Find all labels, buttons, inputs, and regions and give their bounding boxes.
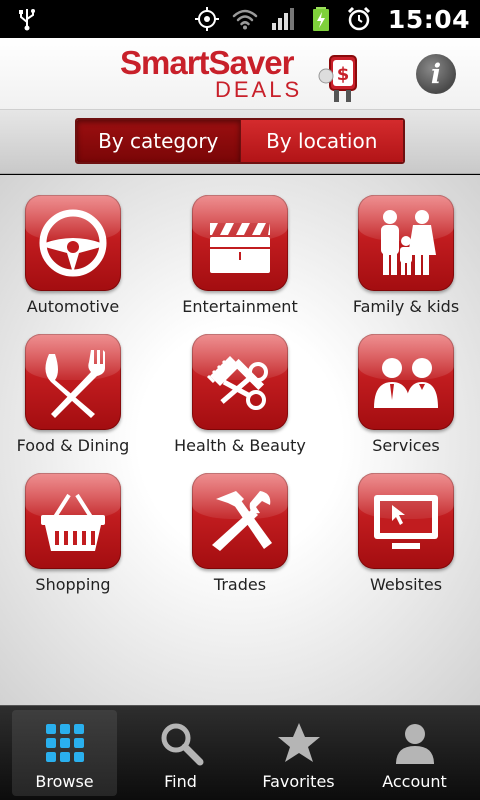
- category-label: Websites: [369, 575, 443, 594]
- category-label: Entertainment: [182, 297, 298, 316]
- family-kids-tile[interactable]: [358, 195, 454, 291]
- clapperboard-icon: [210, 223, 270, 273]
- by-category-button[interactable]: By category: [77, 120, 240, 162]
- status-bar: 15:04: [0, 0, 480, 38]
- battery-charging-icon: [312, 7, 329, 31]
- by-location-button[interactable]: By location: [239, 120, 403, 162]
- shopping-tile[interactable]: [25, 473, 121, 569]
- people-icon: [374, 358, 438, 408]
- nav-find[interactable]: Find: [128, 710, 233, 796]
- category-shopping[interactable]: Shopping: [0, 473, 148, 603]
- family-icon: [381, 210, 436, 275]
- nav-account[interactable]: Account: [362, 710, 467, 796]
- category-label: Family & kids: [352, 297, 460, 316]
- services-tile[interactable]: [358, 334, 454, 430]
- nav-browse[interactable]: Browse: [12, 710, 117, 796]
- person-icon: [395, 724, 434, 764]
- category-food-dining[interactable]: Food & Dining: [0, 334, 148, 464]
- usb-icon: [19, 9, 35, 31]
- logo-smart-text: Smart: [120, 44, 210, 81]
- comb-scissors-icon: [206, 356, 268, 410]
- hammer-wrench-icon: [212, 491, 272, 551]
- category-health-beauty[interactable]: Health & Beauty: [165, 334, 315, 464]
- nav-favorites[interactable]: Favorites: [246, 710, 351, 796]
- app-header: SmartSaver DEALS $ i: [0, 38, 480, 110]
- food-dining-tile[interactable]: [25, 334, 121, 430]
- category-services[interactable]: Services: [331, 334, 480, 464]
- bottom-navigation: Browse Find Favorites Account: [0, 705, 480, 800]
- category-family-kids[interactable]: Family & kids: [331, 195, 480, 325]
- websites-tile[interactable]: [358, 473, 454, 569]
- category-label: Shopping: [35, 575, 111, 594]
- trades-tile[interactable]: [192, 473, 288, 569]
- star-icon: [277, 723, 320, 762]
- category-automotive[interactable]: Automotive: [0, 195, 148, 325]
- category-label: Automotive: [26, 297, 120, 316]
- fork-knife-icon: [45, 350, 105, 418]
- category-label: Services: [372, 436, 440, 455]
- logo-saver-text: Saver: [208, 44, 295, 81]
- nav-favorites-label: Favorites: [262, 772, 335, 791]
- alarm-clock-icon: [347, 6, 370, 31]
- logo-deals-text: DEALS: [215, 77, 303, 102]
- grid-icon: [45, 724, 84, 762]
- automotive-tile[interactable]: [25, 195, 121, 291]
- smartsaver-logo: SmartSaver DEALS $: [120, 46, 370, 106]
- nav-find-label: Find: [164, 772, 197, 791]
- steering-wheel-icon: [39, 209, 107, 277]
- category-grid: Automotive Entertainment Family & kids F…: [0, 175, 480, 705]
- category-label: Food & Dining: [16, 436, 130, 455]
- category-websites[interactable]: Websites: [331, 473, 480, 603]
- entertainment-tile[interactable]: [192, 195, 288, 291]
- category-label: Health & Beauty: [174, 436, 306, 455]
- nav-browse-label: Browse: [35, 772, 94, 791]
- health-beauty-tile[interactable]: [192, 334, 288, 430]
- mascot-icon: $: [318, 55, 357, 102]
- info-icon: i: [430, 58, 442, 90]
- monitor-cursor-icon: [374, 495, 438, 549]
- basket-icon: [41, 493, 105, 551]
- view-toggle: By category By location: [75, 118, 405, 164]
- category-label: Trades: [213, 575, 267, 594]
- status-time: 15:04: [387, 4, 470, 34]
- category-trades[interactable]: Trades: [165, 473, 315, 603]
- wifi-icon: [232, 9, 258, 30]
- info-button[interactable]: i: [416, 54, 456, 94]
- gps-icon: [194, 7, 219, 31]
- signal-icon: [271, 8, 294, 30]
- view-toggle-bar: By category By location: [0, 110, 480, 174]
- magnifier-icon: [161, 723, 203, 766]
- svg-text:$: $: [337, 64, 350, 85]
- nav-account-label: Account: [382, 772, 447, 791]
- category-entertainment[interactable]: Entertainment: [165, 195, 315, 325]
